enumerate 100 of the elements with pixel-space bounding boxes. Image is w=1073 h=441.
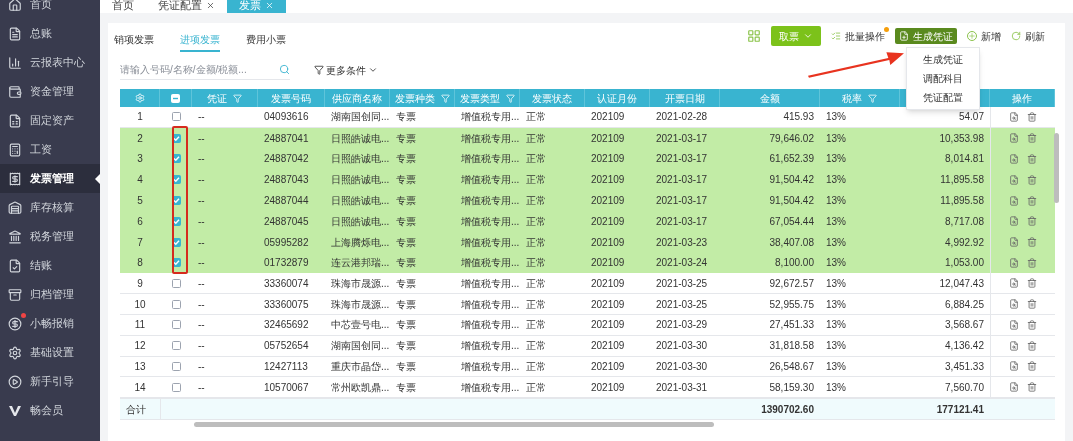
row-checkbox[interactable] xyxy=(171,154,181,164)
sidebar-item[interactable]: 新手引导 xyxy=(0,367,100,396)
delete-icon[interactable] xyxy=(1027,111,1037,122)
page-tab[interactable]: 凭证配置 xyxy=(146,0,227,13)
table-row[interactable]: 9 -- 33360074 珠海市晟源... 专票 增值税专用... 正常 202109 2021-03-25 92,672.57 13% 12,047.43 xyxy=(120,273,1055,295)
horizontal-scrollbar[interactable] xyxy=(194,421,714,427)
sidebar-item[interactable]: 发票管理 xyxy=(0,164,100,193)
menu-item[interactable]: 凭证配置 xyxy=(907,88,979,107)
refresh-button[interactable]: 刷新 xyxy=(1011,28,1045,44)
delete-icon[interactable] xyxy=(1027,174,1037,185)
table-row[interactable]: 7 -- 05995282 上海腾烁电... 专票 增值税专用... 正常 202109 2021-03-23 38,407.08 13% 4,992.92 xyxy=(120,231,1055,253)
row-checkbox[interactable] xyxy=(171,133,181,143)
delete-icon[interactable] xyxy=(1027,133,1037,144)
view-icon[interactable] xyxy=(1009,299,1019,310)
search-field[interactable]: 请输入号码/名称/金额/税额... xyxy=(120,60,290,80)
table-row[interactable]: 8 -- 01732879 连云港邦瑞... 专票 增值税专用... 正常 202109 2021-03-24 8,100.00 13% 1,053.00 xyxy=(120,252,1055,274)
row-checkbox[interactable] xyxy=(171,258,181,268)
view-icon[interactable] xyxy=(1009,237,1019,248)
table-row[interactable]: 11 -- 32465692 中芯壹号电... 专票 增值税专用... 正常 202109 2021-03-29 27,451.33 13% 3,568.67 xyxy=(120,314,1055,336)
sidebar-item[interactable]: 固定资产 xyxy=(0,106,100,135)
search-icon[interactable] xyxy=(279,64,290,75)
row-number: 6 xyxy=(137,214,143,229)
sidebar-item[interactable]: 畅会员 xyxy=(0,396,100,425)
view-icon[interactable] xyxy=(1009,111,1019,122)
view-icon[interactable] xyxy=(1009,133,1019,144)
filter-icon[interactable] xyxy=(233,93,242,103)
view-icon[interactable] xyxy=(1009,382,1019,393)
row-checkbox[interactable] xyxy=(171,237,181,247)
table-row[interactable]: 5 -- 24887044 日照皓诚电... 专票 增值税专用... 正常 202109 2021-03-17 91,504.42 13% 11,895.58 xyxy=(120,190,1055,211)
table-cell-text: 3,451.33 xyxy=(945,359,984,374)
row-checkbox[interactable] xyxy=(171,175,181,185)
row-checkbox[interactable] xyxy=(171,299,181,309)
delete-icon[interactable] xyxy=(1027,257,1037,268)
view-icon[interactable] xyxy=(1009,361,1019,372)
filter-icon[interactable] xyxy=(505,93,515,103)
row-checkbox[interactable] xyxy=(171,361,181,371)
close-icon[interactable] xyxy=(206,1,215,10)
table-row[interactable]: 12 -- 05752654 湖南国创同... 专票 增值税专用... 正常 202109 2021-03-30 31,818.58 13% 4,136.42 xyxy=(120,335,1055,357)
batch-button[interactable]: 批量操作 xyxy=(831,28,885,44)
sidebar-item[interactable]: 工资 xyxy=(0,135,100,164)
row-checkbox[interactable] xyxy=(171,112,181,122)
delete-icon[interactable] xyxy=(1027,299,1037,310)
sidebar-item[interactable]: 首页 xyxy=(0,0,100,19)
sidebar-item[interactable]: 资金管理 xyxy=(0,77,100,106)
filter-icon[interactable] xyxy=(440,93,450,103)
row-checkbox[interactable] xyxy=(171,216,181,226)
delete-icon[interactable] xyxy=(1027,340,1037,351)
row-checkbox[interactable] xyxy=(171,320,181,330)
generate-voucher-button[interactable]: 生成凭证 xyxy=(895,28,957,44)
table-row[interactable]: 4 -- 24887043 日照皓诚电... 专票 增值税专用... 正常 202109 2021-03-17 91,504.42 13% 11,895.58 xyxy=(120,169,1055,191)
row-checkbox[interactable] xyxy=(171,196,181,206)
delete-icon[interactable] xyxy=(1027,195,1037,206)
sidebar-item[interactable]: 基础设置 xyxy=(0,338,100,367)
sidebar-item[interactable]: 税务管理 xyxy=(0,222,100,251)
sub-tab[interactable]: 销项发票 xyxy=(114,28,154,52)
row-checkbox[interactable] xyxy=(171,278,181,288)
delete-icon[interactable] xyxy=(1027,154,1037,164)
table-row[interactable]: 3 -- 24887042 日照皓诚电... 专票 增值税专用... 正常 202109 2021-03-17 61,652.39 13% 8,014.81 xyxy=(120,148,1055,170)
add-button[interactable]: 新增 xyxy=(967,28,1001,44)
delete-icon[interactable] xyxy=(1027,237,1037,248)
table-row[interactable]: 1 -- 04093616 湖南国创同... 专票 增值税专用... 正常 202109 2021-02-28 415.93 13% 54.07 xyxy=(120,107,1055,128)
delete-icon[interactable] xyxy=(1027,216,1037,227)
view-icon[interactable] xyxy=(1009,174,1019,185)
table-row[interactable]: 13 -- 12427113 重庆市晶岱... 专票 增值税专用... 正常 202109 2021-03-30 26,548.67 13% 3,451.33 xyxy=(120,356,1055,378)
view-icon[interactable] xyxy=(1009,319,1019,330)
filter-icon[interactable] xyxy=(868,93,877,103)
view-icon[interactable] xyxy=(1009,340,1019,351)
sidebar-item[interactable]: 总账 xyxy=(0,19,100,48)
delete-icon[interactable] xyxy=(1027,382,1037,393)
view-icon[interactable] xyxy=(1009,216,1019,227)
table-row[interactable]: 10 -- 33360075 珠海市晟源... 专票 增值税专用... 正常 202109 2021-03-25 52,955.75 13% 6,884.25 xyxy=(120,294,1055,315)
table-row[interactable]: 14 -- 10570067 常州欧凯鼎... 专票 增值税专用... 正常 202109 2021-03-31 58,159.30 13% 7,560.70 xyxy=(120,377,1055,399)
sidebar-item[interactable]: 小畅报销 xyxy=(0,309,100,338)
sidebar-item[interactable]: 结账 xyxy=(0,251,100,280)
menu-item[interactable]: 调配科目 xyxy=(907,69,979,88)
view-icon[interactable] xyxy=(1009,257,1019,268)
table-row[interactable]: 6 -- 24887045 日照皓诚电... 专票 增值税专用... 正常 202109 2021-03-17 67,054.44 13% 8,717.08 xyxy=(120,211,1055,232)
document-icon xyxy=(899,31,909,41)
menu-item[interactable]: 生成凭证 xyxy=(907,50,979,69)
select-all-checkbox[interactable] xyxy=(171,93,180,103)
grid-icon[interactable] xyxy=(747,29,761,43)
delete-icon[interactable] xyxy=(1027,319,1037,330)
vertical-scrollbar[interactable] xyxy=(1054,133,1059,203)
view-icon[interactable] xyxy=(1009,278,1019,289)
sidebar-item[interactable]: 云报表中心 xyxy=(0,48,100,77)
page-tab[interactable]: 首页 xyxy=(100,0,146,13)
sidebar-item[interactable]: 归档管理 xyxy=(0,280,100,309)
delete-icon[interactable] xyxy=(1027,361,1037,372)
sub-tab[interactable]: 费用小票 xyxy=(246,28,286,52)
filter-button[interactable]: 更多条件 xyxy=(314,62,378,78)
table-cell-text: 2021-03-31 xyxy=(656,380,708,395)
settings-icon[interactable] xyxy=(134,93,145,103)
view-icon[interactable] xyxy=(1009,195,1019,206)
table-row[interactable]: 2 -- 24887041 日照皓诚电... 专票 增值税专用... 正常 202109 2021-03-17 79,646.02 13% 10,353.98 xyxy=(120,127,1055,149)
table-cell-text: 01732879 xyxy=(264,256,309,271)
row-checkbox[interactable] xyxy=(171,382,181,392)
view-icon[interactable] xyxy=(1009,154,1019,164)
sidebar-item[interactable]: 库存核算 xyxy=(0,193,100,222)
row-checkbox[interactable] xyxy=(171,341,181,351)
delete-icon[interactable] xyxy=(1027,278,1037,289)
